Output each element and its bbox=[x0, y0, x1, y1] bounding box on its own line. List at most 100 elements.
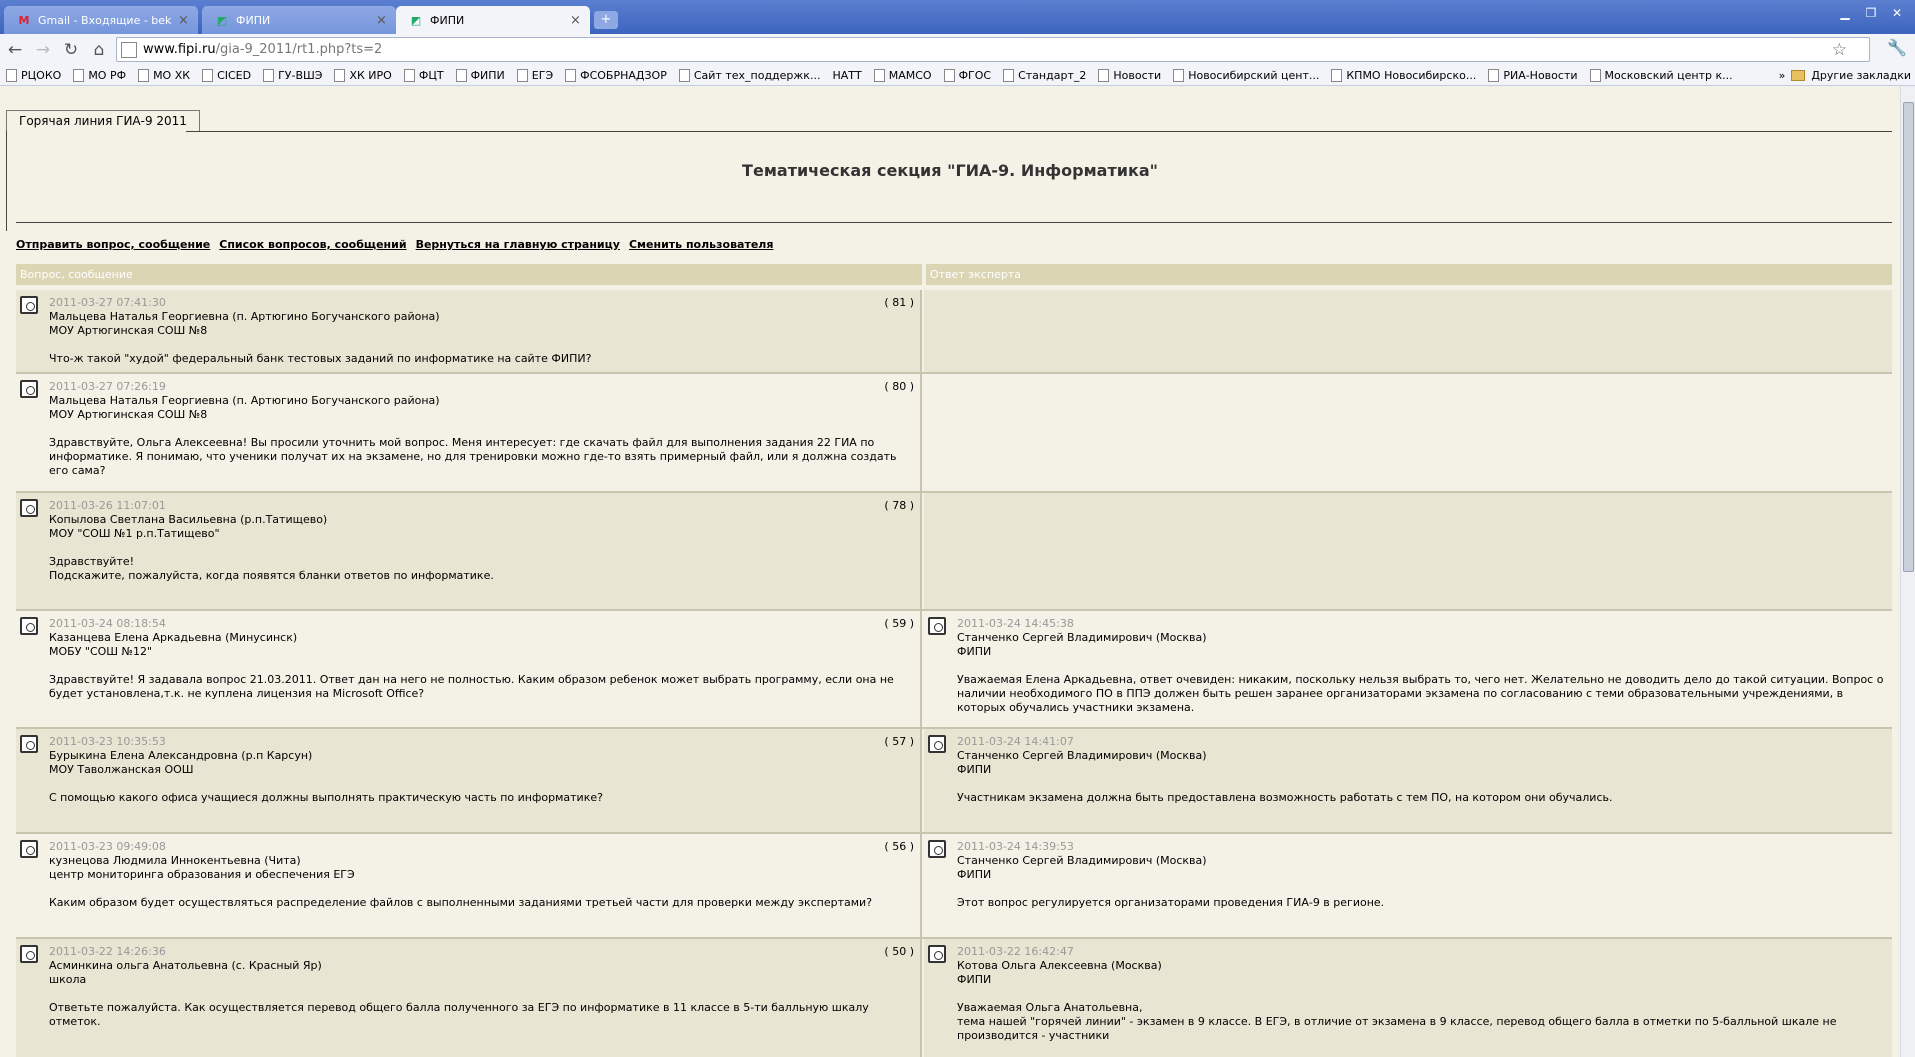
bookmark-item[interactable]: ЕГЭ bbox=[511, 68, 559, 82]
entry-organization: МОУ Артюгинская СОШ №8 bbox=[49, 408, 208, 421]
scrollbar[interactable] bbox=[1900, 86, 1915, 1057]
reload-icon[interactable]: ↻ bbox=[58, 37, 84, 63]
close-icon[interactable]: × bbox=[178, 13, 190, 28]
page-tab[interactable]: Горячая линия ГИА-9 2011 bbox=[6, 110, 200, 132]
send-question-link[interactable]: Отправить вопрос, сообщение bbox=[16, 238, 210, 251]
bookmark-item[interactable]: НАТТ bbox=[826, 69, 867, 82]
message-icon bbox=[20, 735, 38, 753]
message-icon bbox=[20, 945, 38, 963]
browser-tab-fipi-active[interactable]: ◩ ФИПИ × bbox=[396, 6, 590, 34]
scrollbar-thumb[interactable] bbox=[1903, 102, 1914, 572]
table-row: 2011-03-26 11:07:01 Копылова Светлана Вас… bbox=[16, 493, 1892, 611]
bookmark-item[interactable]: ФГОС bbox=[938, 68, 998, 82]
entry-text: Уважаемая Елена Аркадьевна, ответ очевид… bbox=[957, 673, 1884, 714]
entry-date: 2011-03-24 14:45:38 bbox=[957, 617, 1074, 630]
browser-tab-fipi-1[interactable]: ◩ ФИПИ × bbox=[202, 6, 396, 34]
answer-entry: 2011-03-24 14:41:07 Станченко Сергей Влад… bbox=[957, 735, 1884, 805]
close-window-icon[interactable]: ✕ bbox=[1885, 4, 1909, 22]
bookmark-item[interactable]: Сайт тех_поддержк... bbox=[673, 68, 827, 82]
entry-text: Что-ж такой "худой" федеральный банк тес… bbox=[49, 352, 592, 365]
entry-author: Станченко Сергей Владимирович (Москва) bbox=[957, 749, 1207, 762]
bookmark-label: ХК ИРО bbox=[349, 68, 392, 82]
bookmark-item[interactable]: МО ХК bbox=[132, 68, 196, 82]
bookmarks-more-button[interactable]: » bbox=[1779, 69, 1786, 82]
bookmark-item[interactable]: Стандарт_2 bbox=[997, 68, 1092, 82]
bookmark-label: НАТТ bbox=[832, 68, 862, 82]
close-icon[interactable]: × bbox=[376, 13, 388, 28]
new-tab-button[interactable]: + bbox=[594, 11, 618, 29]
question-number: ( 78 ) bbox=[884, 499, 914, 512]
bookmark-item[interactable]: РИА-Новости bbox=[1482, 68, 1583, 82]
bookmark-item[interactable]: КПМО Новосибирско... bbox=[1325, 68, 1482, 82]
answer-cell: 2011-03-22 16:42:47 Котова Ольга Алексеев… bbox=[924, 939, 1892, 1057]
page-icon bbox=[943, 68, 955, 82]
entry-date: 2011-03-26 11:07:01 bbox=[49, 499, 166, 512]
message-icon bbox=[20, 296, 38, 314]
answer-entry: 2011-03-24 14:45:38 Станченко Сергей Влад… bbox=[957, 617, 1884, 715]
bookmark-label: РЦОКО bbox=[21, 68, 62, 82]
entry-author: Мальцева Наталья Георгиевна (п. Артюгино… bbox=[49, 310, 440, 323]
bookmark-item[interactable]: ХК ИРО bbox=[328, 68, 397, 82]
address-bar[interactable]: www.fipi.ru /gia-9_2011/rt1.php?ts=2 ☆ bbox=[116, 37, 1870, 62]
entry-text: Каким образом будет осуществляться распр… bbox=[49, 896, 873, 909]
bookmark-item[interactable]: ГУ-ВШЭ bbox=[257, 68, 328, 82]
forward-icon[interactable]: → bbox=[30, 37, 56, 63]
close-icon[interactable]: × bbox=[570, 13, 582, 28]
question-entry: 2011-03-27 07:41:30 Мальцева Наталья Геор… bbox=[49, 296, 912, 366]
browser-tab-strip: M Gmail - Входящие - beknvi... × ◩ ФИПИ … bbox=[0, 0, 1915, 34]
table-row: 2011-03-27 07:41:30 Мальцева Наталья Геор… bbox=[16, 290, 1892, 374]
page-icon bbox=[565, 68, 577, 82]
home-link[interactable]: Вернуться на главную страницу bbox=[416, 238, 620, 251]
bookmark-label: МО РФ bbox=[88, 68, 127, 82]
bookmark-item[interactable]: CICED bbox=[196, 68, 257, 82]
entry-author: Бурыкина Елена Александровна (р.п Карсун… bbox=[49, 749, 313, 762]
bookmark-item[interactable]: МО РФ bbox=[67, 68, 132, 82]
entry-text: С помощью какого офиса учащиеся должны в… bbox=[49, 791, 603, 804]
question-entry: 2011-03-24 08:18:54 Казанцева Елена Аркад… bbox=[49, 617, 912, 701]
answer-entry: 2011-03-22 16:42:47 Котова Ольга Алексеев… bbox=[957, 945, 1884, 1043]
bookmark-item[interactable]: Московский центр к... bbox=[1584, 68, 1739, 82]
bookmark-item[interactable]: РЦОКО bbox=[0, 68, 67, 82]
page-icon bbox=[121, 41, 137, 58]
bookmark-item[interactable]: Новости bbox=[1092, 68, 1167, 82]
bookmark-item[interactable]: Новосибирский цент... bbox=[1167, 68, 1325, 82]
page-icon bbox=[263, 68, 275, 82]
entry-organization: ФИПИ bbox=[957, 868, 992, 881]
wrench-icon[interactable]: 🔧 bbox=[1887, 38, 1907, 57]
minimize-icon[interactable]: ▁ bbox=[1833, 4, 1857, 22]
table-row: 2011-03-23 10:35:53 Бурыкина Елена Алекса… bbox=[16, 729, 1892, 834]
bookmark-label: Новости bbox=[1113, 68, 1162, 82]
star-icon[interactable]: ☆ bbox=[1832, 38, 1847, 63]
bookmark-label: ФИПИ bbox=[470, 68, 505, 82]
bookmark-label: МО ХК bbox=[153, 68, 191, 82]
entry-organization: ФИПИ bbox=[957, 973, 992, 986]
page-icon bbox=[455, 68, 467, 82]
home-icon[interactable]: ⌂ bbox=[86, 37, 112, 63]
browser-tab-gmail[interactable]: M Gmail - Входящие - beknvi... × bbox=[4, 6, 198, 34]
message-icon bbox=[20, 380, 38, 398]
answer-cell: 2011-03-24 14:41:07 Станченко Сергей Влад… bbox=[924, 729, 1892, 832]
bookmark-item[interactable]: ФЦТ bbox=[398, 68, 450, 82]
entry-organization: МОУ Артюгинская СОШ №8 bbox=[49, 324, 208, 337]
restore-icon[interactable]: ❐ bbox=[1859, 4, 1883, 22]
bookmark-item[interactable]: ФСОБРНАДЗОР bbox=[559, 68, 673, 82]
other-bookmarks-button[interactable]: Другие закладки bbox=[1811, 69, 1911, 82]
message-icon bbox=[928, 945, 946, 963]
bookmarks-bar: РЦОКО МО РФ МО ХК CICED ГУ-ВШЭ ХК ИРО ФЦ… bbox=[0, 65, 1915, 86]
entry-date: 2011-03-24 14:39:53 bbox=[957, 840, 1074, 853]
bookmark-item[interactable]: ФИПИ bbox=[450, 68, 511, 82]
entry-text: Здравствуйте! Я задавала вопрос 21.03.20… bbox=[49, 673, 894, 700]
question-list-link[interactable]: Список вопросов, сообщений bbox=[219, 238, 406, 251]
section-title: Тематическая секция "ГИА-9. Информатика" bbox=[742, 161, 1158, 180]
page-icon bbox=[1331, 68, 1343, 82]
bookmark-label: ЕГЭ bbox=[531, 68, 554, 82]
change-user-link[interactable]: Сменить пользователя bbox=[629, 238, 773, 251]
bookmark-item[interactable]: МАМСО bbox=[868, 68, 938, 82]
entry-author: Станченко Сергей Владимирович (Москва) bbox=[957, 631, 1207, 644]
back-icon[interactable]: ← bbox=[2, 37, 28, 63]
